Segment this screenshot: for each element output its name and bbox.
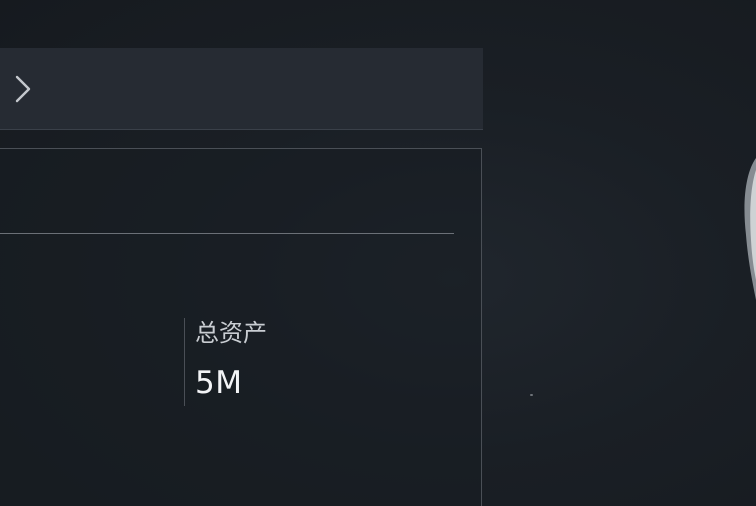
next-button[interactable] [8,72,36,106]
total-assets-value: 5M [195,365,243,401]
panel-divider [0,233,454,234]
background-speck [530,394,533,396]
screen: 总资产 5M [0,0,756,506]
total-assets-label: 总资产 [195,319,267,347]
top-bar [0,48,483,130]
total-assets-stat: 总资产 5M [184,318,267,406]
chevron-right-icon [15,75,31,103]
character-portrait [744,158,756,300]
